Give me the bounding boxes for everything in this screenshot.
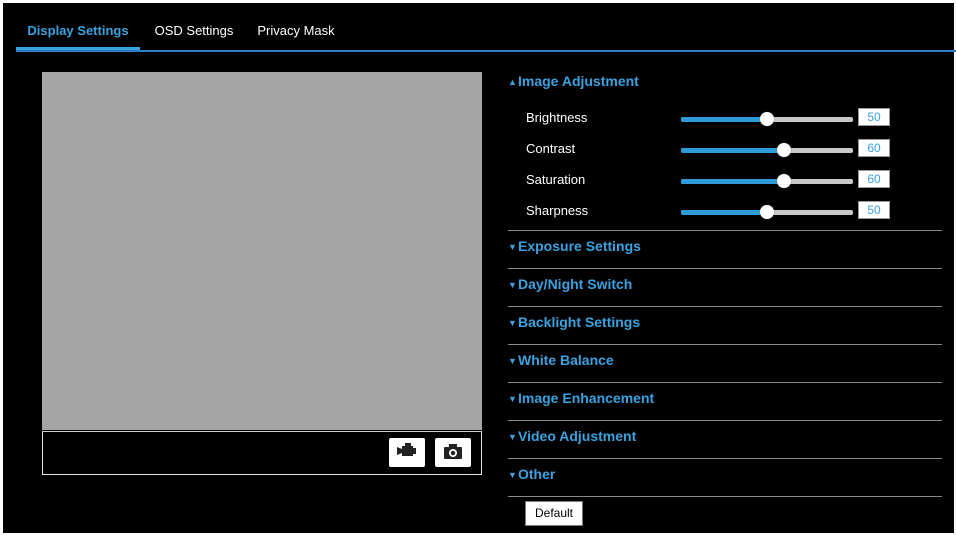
brightness-slider[interactable] bbox=[681, 112, 853, 126]
section-video-adjustment[interactable]: ▼Video Adjustment bbox=[508, 421, 942, 458]
slider-row-saturation: Saturation 60 bbox=[508, 166, 942, 197]
contrast-slider[interactable] bbox=[681, 143, 853, 157]
chevron-down-icon: ▼ bbox=[508, 394, 517, 404]
section-other[interactable]: ▼Other bbox=[508, 459, 942, 496]
saturation-slider[interactable] bbox=[681, 174, 853, 188]
divider bbox=[508, 496, 942, 497]
chevron-down-icon: ▼ bbox=[508, 432, 517, 442]
sharpness-value-input[interactable]: 50 bbox=[858, 201, 890, 219]
contrast-value-input[interactable]: 60 bbox=[858, 139, 890, 157]
active-tab-indicator bbox=[16, 47, 140, 50]
brightness-value-input[interactable]: 50 bbox=[858, 108, 890, 126]
slider-row-sharpness: Sharpness 50 bbox=[508, 197, 942, 228]
sharpness-slider[interactable] bbox=[681, 205, 853, 219]
snapshot-button[interactable] bbox=[435, 438, 471, 467]
slider-label: Sharpness bbox=[526, 203, 589, 218]
chevron-down-icon: ▼ bbox=[508, 242, 517, 252]
tab-privacy-mask[interactable]: Privacy Mask bbox=[252, 16, 340, 50]
tab-osd-settings[interactable]: OSD Settings bbox=[146, 16, 242, 50]
section-title: Image Adjustment bbox=[518, 73, 639, 89]
camera-snapshot-icon bbox=[444, 443, 462, 462]
section-image-enhancement[interactable]: ▼Image Enhancement bbox=[508, 383, 942, 420]
video-record-icon bbox=[397, 443, 417, 462]
section-white-balance[interactable]: ▼White Balance bbox=[508, 345, 942, 382]
chevron-down-icon: ▼ bbox=[508, 470, 517, 480]
slider-thumb[interactable] bbox=[760, 205, 774, 219]
section-title: Exposure Settings bbox=[518, 238, 641, 254]
section-title: Other bbox=[518, 466, 556, 482]
section-backlight-settings[interactable]: ▼Backlight Settings bbox=[508, 307, 942, 344]
section-title: Backlight Settings bbox=[518, 314, 641, 330]
tab-bar: Display Settings OSD Settings Privacy Ma… bbox=[16, 16, 956, 52]
settings-panel: ▲Image Adjustment Brightness 50 Contrast… bbox=[508, 66, 942, 497]
slider-thumb[interactable] bbox=[777, 143, 792, 157]
slider-label: Contrast bbox=[526, 141, 576, 156]
tab-privacy-mask-label: Privacy Mask bbox=[257, 23, 335, 38]
default-button[interactable]: Default bbox=[525, 501, 583, 526]
slider-fill bbox=[681, 210, 767, 215]
video-preview bbox=[42, 72, 482, 430]
section-exposure-settings[interactable]: ▼Exposure Settings bbox=[508, 231, 942, 268]
chevron-up-icon: ▲ bbox=[508, 77, 517, 87]
section-title: White Balance bbox=[518, 352, 614, 368]
slider-thumb[interactable] bbox=[777, 174, 792, 188]
chevron-down-icon: ▼ bbox=[508, 318, 517, 328]
slider-label: Brightness bbox=[526, 110, 588, 125]
section-image-adjustment[interactable]: ▲Image Adjustment bbox=[508, 66, 942, 103]
slider-fill bbox=[681, 148, 785, 153]
tab-display-settings[interactable]: Display Settings bbox=[16, 16, 140, 50]
slider-fill bbox=[681, 179, 785, 184]
section-title: Day/Night Switch bbox=[518, 276, 633, 292]
preview-control-bar bbox=[42, 431, 482, 475]
slider-row-contrast: Contrast 60 bbox=[508, 135, 942, 166]
tab-display-settings-label: Display Settings bbox=[27, 23, 129, 38]
chevron-down-icon: ▼ bbox=[508, 356, 517, 366]
slider-thumb[interactable] bbox=[760, 112, 774, 126]
section-title: Video Adjustment bbox=[518, 428, 637, 444]
section-title: Image Enhancement bbox=[518, 390, 655, 406]
image-adjustment-sliders: Brightness 50 Contrast 60 Saturation 60 bbox=[508, 103, 942, 230]
saturation-value-input[interactable]: 60 bbox=[858, 170, 890, 188]
chevron-down-icon: ▼ bbox=[508, 280, 517, 290]
slider-row-brightness: Brightness 50 bbox=[508, 104, 942, 135]
slider-fill bbox=[681, 117, 767, 122]
slider-label: Saturation bbox=[526, 172, 586, 187]
section-day-night-switch[interactable]: ▼Day/Night Switch bbox=[508, 269, 942, 306]
record-button[interactable] bbox=[389, 438, 425, 467]
tab-osd-settings-label: OSD Settings bbox=[154, 23, 234, 38]
